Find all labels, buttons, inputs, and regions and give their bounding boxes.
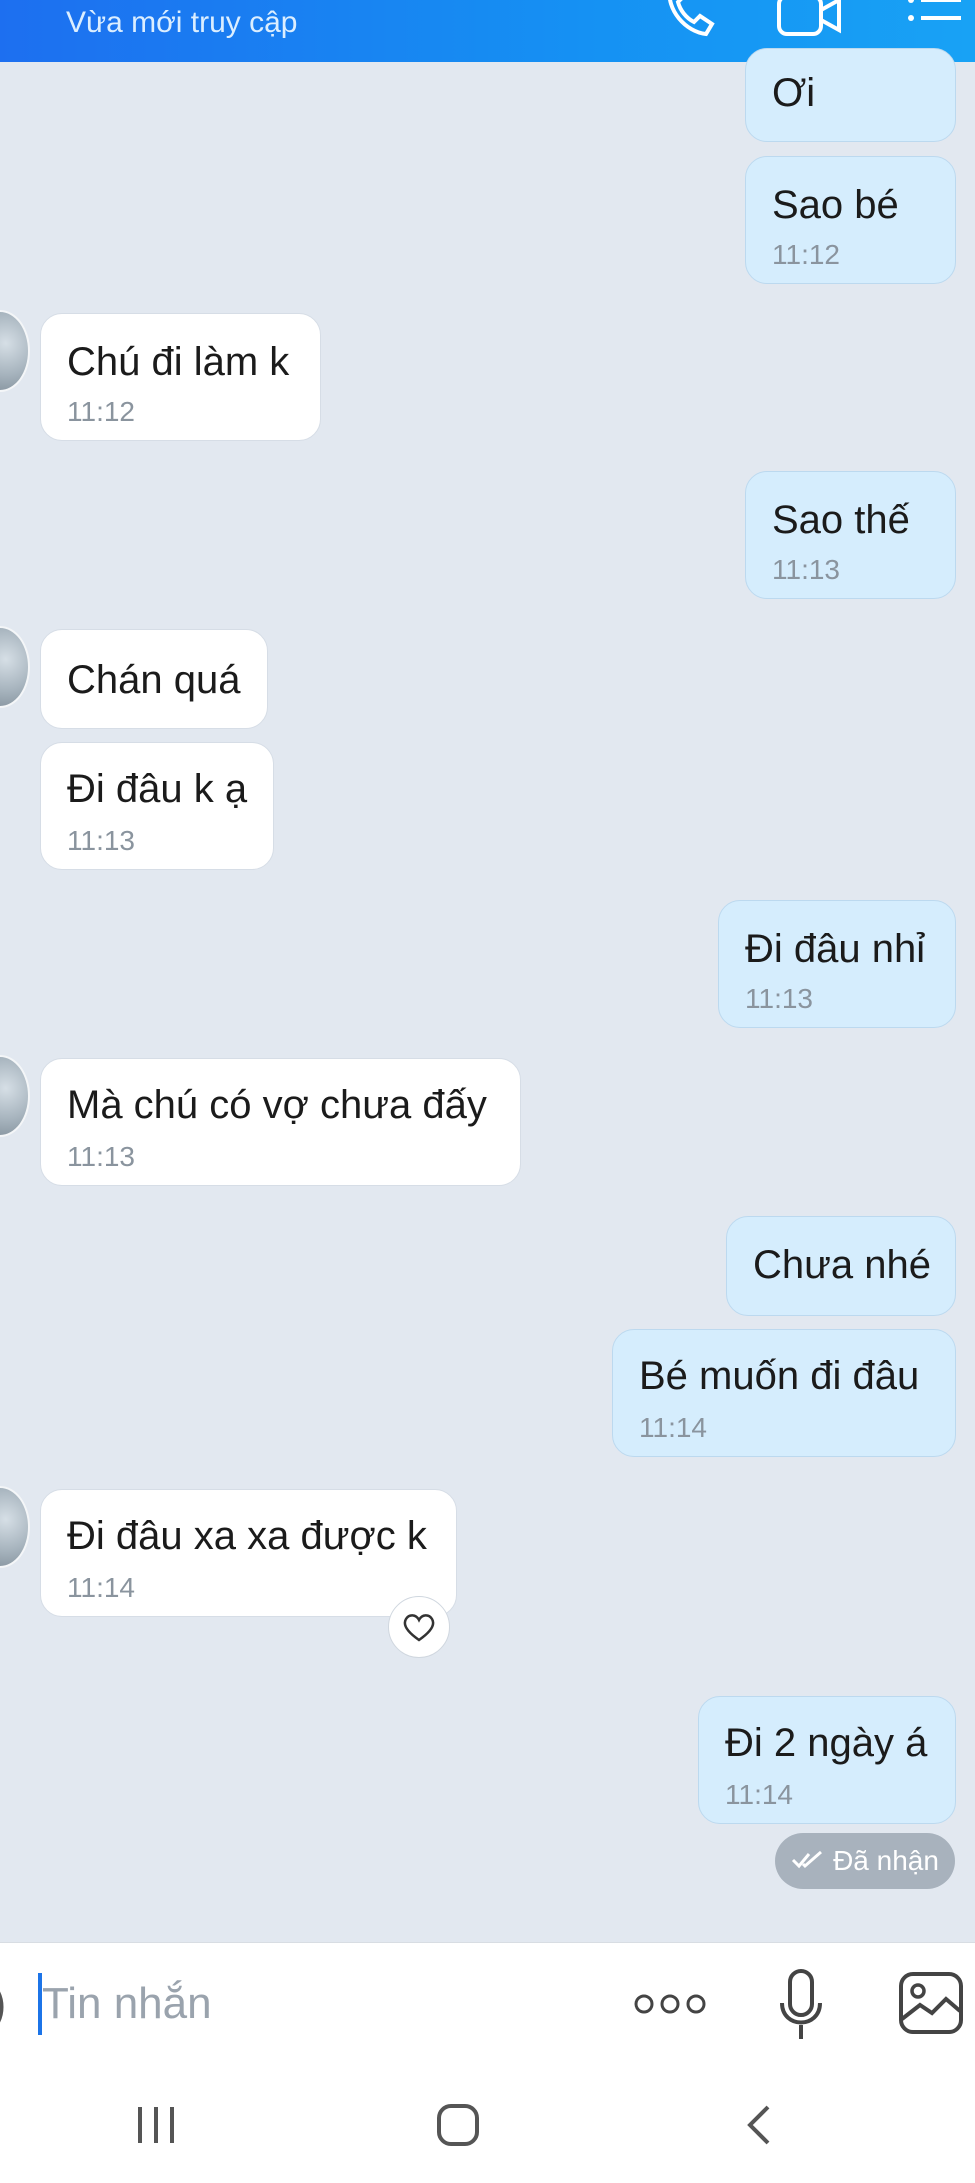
message-bubble-outgoing[interactable]: Chưa nhé bbox=[726, 1216, 956, 1316]
message-bubble-outgoing[interactable]: Bé muốn đi đâu 11:14 bbox=[612, 1329, 956, 1457]
message-bubble-incoming[interactable]: Đi đâu k ạ 11:13 bbox=[40, 742, 274, 870]
image-icon[interactable] bbox=[898, 1971, 964, 2040]
menu-icon[interactable] bbox=[905, 0, 965, 42]
microphone-icon[interactable] bbox=[778, 1967, 824, 2048]
message-time: 11:12 bbox=[67, 396, 135, 427]
phone-icon[interactable] bbox=[660, 0, 716, 42]
message-time: 11:13 bbox=[67, 825, 135, 856]
message-text: Đi đâu k ạ bbox=[67, 767, 248, 811]
message-text: Mà chú có vợ chưa đấy bbox=[67, 1083, 487, 1127]
delivery-status-badge: Đã nhận bbox=[775, 1833, 955, 1889]
message-text: Sao thế bbox=[772, 498, 910, 542]
message-time: 11:14 bbox=[725, 1779, 793, 1810]
message-bubble-outgoing[interactable]: Sao thế 11:13 bbox=[745, 471, 956, 599]
recent-apps-icon[interactable] bbox=[134, 2103, 178, 2152]
more-icon[interactable] bbox=[634, 1991, 706, 2022]
message-composer: Tin nhắn bbox=[0, 1942, 975, 2068]
message-text: Đi 2 ngày á bbox=[725, 1721, 928, 1765]
message-text: Chưa nhé bbox=[753, 1243, 932, 1287]
message-bubble-outgoing[interactable]: Đi 2 ngày á 11:14 bbox=[698, 1696, 956, 1824]
message-time: 11:13 bbox=[772, 554, 840, 585]
message-text: Ơi bbox=[772, 71, 816, 115]
double-check-icon bbox=[791, 1845, 825, 1877]
avatar[interactable] bbox=[0, 626, 30, 708]
last-seen-status: Vừa mới truy cập bbox=[66, 6, 298, 39]
message-bubble-incoming[interactable]: Mà chú có vợ chưa đấy 11:13 bbox=[40, 1058, 521, 1186]
message-text: Sao bé bbox=[772, 183, 899, 227]
avatar[interactable] bbox=[0, 1486, 30, 1568]
avatar[interactable] bbox=[0, 310, 30, 392]
message-time: 11:12 bbox=[772, 239, 840, 270]
message-bubble-outgoing[interactable]: Ơi bbox=[745, 48, 956, 142]
message-text: Chán quá bbox=[67, 658, 241, 702]
back-icon[interactable] bbox=[744, 2103, 774, 2152]
message-time: 11:14 bbox=[639, 1412, 707, 1443]
message-time: 11:13 bbox=[67, 1141, 135, 1172]
message-bubble-incoming[interactable]: Chán quá bbox=[40, 629, 268, 729]
message-bubble-incoming[interactable]: Chú đi làm k 11:12 bbox=[40, 313, 321, 441]
avatar[interactable] bbox=[0, 1055, 30, 1137]
heart-reaction-icon[interactable] bbox=[388, 1596, 450, 1658]
message-input[interactable]: Tin nhắn bbox=[42, 1979, 212, 2029]
message-list[interactable]: Ơi Sao bé 11:12 Chú đi làm k 11:12 Sao t… bbox=[0, 48, 975, 1942]
emoji-icon[interactable] bbox=[0, 1979, 14, 2040]
message-bubble-outgoing[interactable]: Sao bé 11:12 bbox=[745, 156, 956, 284]
message-bubble-outgoing[interactable]: Đi đâu nhỉ 11:13 bbox=[718, 900, 956, 1028]
video-call-icon[interactable] bbox=[775, 0, 845, 42]
message-text: Chú đi làm k bbox=[67, 340, 290, 384]
message-text: Đi đâu nhỉ bbox=[745, 927, 926, 971]
system-navigation-bar bbox=[0, 2067, 975, 2183]
message-time: 11:14 bbox=[67, 1572, 135, 1603]
message-text: Đi đâu xa xa được k bbox=[67, 1514, 427, 1558]
message-text: Bé muốn đi đâu bbox=[639, 1354, 920, 1398]
message-bubble-incoming[interactable]: Đi đâu xa xa được k 11:14 bbox=[40, 1489, 457, 1617]
delivery-status-label: Đã nhận bbox=[833, 1845, 939, 1876]
message-time: 11:13 bbox=[745, 983, 813, 1014]
home-icon[interactable] bbox=[436, 2103, 480, 2152]
